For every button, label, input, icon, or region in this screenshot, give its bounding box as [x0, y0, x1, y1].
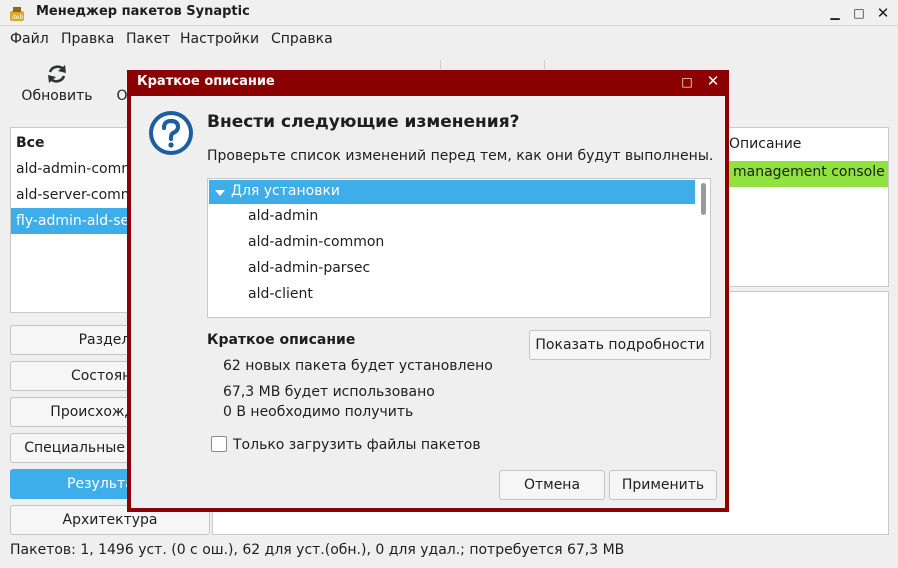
reload-button[interactable]: Обновить	[14, 56, 100, 116]
checkbox-box[interactable]	[211, 436, 227, 452]
apply-button[interactable]: Применить	[609, 470, 717, 500]
dialog-heading: Внести следующие изменения?	[207, 112, 520, 132]
scrollbar-thumb[interactable]	[701, 183, 706, 215]
window-title: Менеджер пакетов Synaptic	[36, 4, 250, 19]
tree-item[interactable]: ald-admin-parsec	[248, 260, 370, 276]
dialog-body: Внести следующие изменения? Проверьте сп…	[131, 96, 725, 508]
cancel-button[interactable]: Отмена	[499, 470, 605, 500]
svg-text:deb: deb	[12, 14, 24, 21]
minimize-button[interactable]: ▁	[826, 4, 844, 22]
maximize-button[interactable]: □	[850, 4, 868, 22]
tree-group-row[interactable]: Для установки	[209, 180, 695, 204]
dialog-close-button[interactable]: ✕	[705, 73, 721, 89]
tree-item[interactable]: ald-admin	[248, 208, 318, 224]
window-titlebar: deb Менеджер пакетов Synaptic ▁ □ ✕	[0, 0, 898, 26]
dialog-subtext: Проверьте список изменений перед тем, ка…	[207, 148, 714, 164]
summary-dialog: Краткое описание □ ✕ Внести следующие из…	[127, 70, 729, 512]
menu-edit[interactable]: Правка	[61, 31, 114, 47]
download-only-label: Только загрузить файлы пакетов	[233, 437, 481, 453]
download-only-checkbox[interactable]: Только загрузить файлы пакетов	[211, 436, 481, 453]
summary-title: Краткое описание	[207, 332, 356, 348]
summary-line-disk-usage: 67,3 MB будет использовано	[223, 384, 435, 400]
menubar: Файл Правка Пакет Настройки Справка	[0, 28, 898, 52]
summary-line-download-size: 0 B необходимо получить	[223, 404, 414, 420]
close-button[interactable]: ✕	[874, 4, 892, 22]
show-details-button[interactable]: Показать подробности	[529, 330, 711, 360]
question-icon	[148, 110, 194, 156]
expand-arrow-icon[interactable]	[215, 186, 225, 196]
dialog-title: Краткое описание	[137, 74, 275, 89]
tree-scrollbar[interactable]	[698, 179, 710, 317]
menu-file[interactable]: Файл	[10, 31, 49, 47]
dialog-maximize-button[interactable]: □	[679, 74, 695, 90]
changes-tree: Для установки ald-admin ald-admin-common…	[207, 178, 711, 318]
menu-package[interactable]: Пакет	[126, 31, 170, 47]
synaptic-app-icon: deb	[8, 4, 26, 22]
summary-line-new-packages: 62 новых пакета будет установлено	[223, 358, 493, 374]
tree-item[interactable]: ald-admin-common	[248, 234, 384, 250]
status-bar: Пакетов: 1, 1496 уст. (0 с ош.), 62 для …	[10, 542, 625, 558]
tree-group-label: Для установки	[231, 183, 340, 199]
reload-label: Обновить	[21, 88, 93, 104]
tree-item[interactable]: ald-client	[248, 286, 313, 302]
menu-help[interactable]: Справка	[271, 31, 333, 47]
table-cell-description: management console	[733, 164, 885, 180]
menu-settings[interactable]: Настройки	[180, 31, 259, 47]
reload-icon	[48, 65, 66, 83]
column-header-description[interactable]: Описание	[729, 136, 801, 152]
